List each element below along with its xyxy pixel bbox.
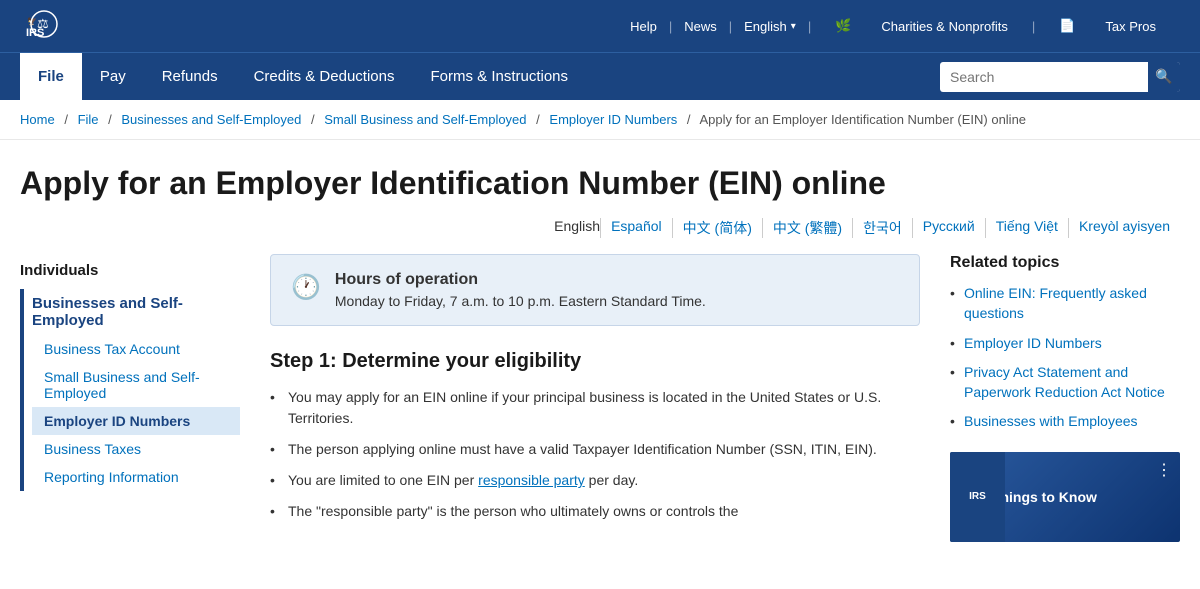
breadcrumb-ein[interactable]: Employer ID Numbers [549,112,677,127]
related-topics-title: Related topics [950,254,1180,272]
charities-icon: 🌿 [823,18,863,34]
sidebar-item-small-business[interactable]: Small Business and Self-Employed [32,363,240,407]
breadcrumb-small-business[interactable]: Small Business and Self-Employed [324,112,526,127]
breadcrumb-file[interactable]: File [78,112,99,127]
charities-link[interactable]: 🌿 Charities & Nonprofits [811,18,1032,34]
language-selector[interactable]: English [732,19,808,34]
top-links: Help | News | English | 🌿 Charities & No… [618,18,1180,34]
center-content: 🕐 Hours of operation Monday to Friday, 7… [270,254,920,542]
related-item-2: Employer ID Numbers [950,334,1180,354]
page-title: Apply for an Employer Identification Num… [20,164,1180,202]
video-irs-logo: IRS [950,452,1005,542]
main-content: Individuals Businesses and Self-Employed… [0,254,1200,542]
lang-vietnamese[interactable]: Tiếng Việt [985,218,1068,238]
top-bar: 🦅 IRS ⚖ Help | News | English | 🌿 Charit… [0,0,1200,52]
search-area: 🔍 [940,53,1180,100]
step1-title: Step 1: Determine your eligibility [270,350,920,373]
hours-title: Hours of operation [335,271,706,289]
related-link-faq[interactable]: Online EIN: Frequently asked questions [964,285,1147,321]
lang-espanol[interactable]: Español [600,218,672,238]
related-link-ein[interactable]: Employer ID Numbers [964,335,1102,351]
taxpros-icon: 📄 [1047,18,1087,34]
related-item-4: Businesses with Employees [950,412,1180,432]
video-logo-text: IRS [969,491,986,502]
clock-icon: 🕐 [291,273,321,302]
search-input[interactable] [940,65,1148,89]
breadcrumb: Home / File / Businesses and Self-Employ… [0,100,1200,140]
nav-refunds[interactable]: Refunds [144,53,236,100]
breadcrumb-businesses[interactable]: Businesses and Self-Employed [121,112,301,127]
bullet-4: The "responsible party" is the person wh… [270,501,920,522]
page-title-section: Apply for an Employer Identification Num… [0,140,1200,218]
bullet-3: You are limited to one EIN per responsib… [270,470,920,491]
sidebar-item-business-tax[interactable]: Business Tax Account [32,335,240,363]
sidebar-item-reporting[interactable]: Reporting Information [32,463,240,491]
video-thumbnail[interactable]: IRS Five Things to Know ⋮ [950,452,1180,542]
breadcrumb-current: Apply for an Employer Identification Num… [699,112,1026,127]
breadcrumb-sep2: / [108,112,112,127]
hours-info: Hours of operation Monday to Friday, 7 a… [335,271,706,309]
step1-bullets: You may apply for an EIN online if your … [270,387,920,522]
logo-area: 🦅 IRS ⚖ [20,6,78,46]
search-button[interactable]: 🔍 [1148,62,1180,92]
search-box: 🔍 [940,62,1180,92]
sidebar-businesses-section: Businesses and Self-Employed Business Ta… [20,289,240,491]
nav-bar: File Pay Refunds Credits & Deductions Fo… [0,52,1200,100]
sidebar-item-business-taxes[interactable]: Business Taxes [32,435,240,463]
nav-items: File Pay Refunds Credits & Deductions Fo… [20,53,940,100]
search-icon: 🔍 [1155,68,1172,85]
lang-chinese-traditional[interactable]: 中文 (繁體) [762,218,852,238]
related-item-1: Online EIN: Frequently asked questions [950,284,1180,323]
sidebar-item-employer-id[interactable]: Employer ID Numbers [32,407,240,435]
nav-pay[interactable]: Pay [82,53,144,100]
sidebar: Individuals Businesses and Self-Employed… [20,254,240,542]
taxpros-link[interactable]: 📄 Tax Pros [1035,18,1180,34]
related-link-privacy[interactable]: Privacy Act Statement and Paperwork Redu… [964,364,1165,400]
breadcrumb-home[interactable]: Home [20,112,55,127]
related-topics-list: Online EIN: Frequently asked questions E… [950,284,1180,432]
bullet-2: The person applying online must have a v… [270,439,920,460]
hours-box: 🕐 Hours of operation Monday to Friday, 7… [270,254,920,326]
help-link[interactable]: Help [618,19,669,34]
right-sidebar: Related topics Online EIN: Frequently as… [950,254,1180,542]
lang-korean[interactable]: 한국어 [852,218,912,238]
sidebar-businesses-label: Businesses and Self-Employed [32,289,240,335]
lang-chinese-simplified[interactable]: 中文 (简体) [672,218,762,238]
nav-credits[interactable]: Credits & Deductions [236,53,413,100]
language-links: English Español 中文 (简体) 中文 (繁體) 한국어 Русс… [0,218,1200,254]
lang-english-plain: English [554,218,600,238]
news-link[interactable]: News [672,19,729,34]
lang-creole[interactable]: Kreyòl ayisyen [1068,218,1180,238]
nav-file[interactable]: File [20,53,82,100]
related-item-3: Privacy Act Statement and Paperwork Redu… [950,363,1180,402]
breadcrumb-sep4: / [536,112,540,127]
irs-logo: 🦅 IRS ⚖ [20,6,68,46]
related-link-employees[interactable]: Businesses with Employees [964,413,1138,429]
video-menu-icon[interactable]: ⋮ [1156,460,1172,480]
responsible-party-link[interactable]: responsible party [478,472,585,488]
bullet-1: You may apply for an EIN online if your … [270,387,920,429]
sidebar-individuals-title: Individuals [20,254,240,289]
breadcrumb-sep1: / [64,112,68,127]
nav-forms[interactable]: Forms & Instructions [412,53,586,100]
svg-text:⚖: ⚖ [37,16,49,31]
lang-russian[interactable]: Русский [912,218,985,238]
breadcrumb-sep3: / [311,112,315,127]
hours-text: Monday to Friday, 7 a.m. to 10 p.m. East… [335,293,706,309]
breadcrumb-sep5: / [687,112,691,127]
